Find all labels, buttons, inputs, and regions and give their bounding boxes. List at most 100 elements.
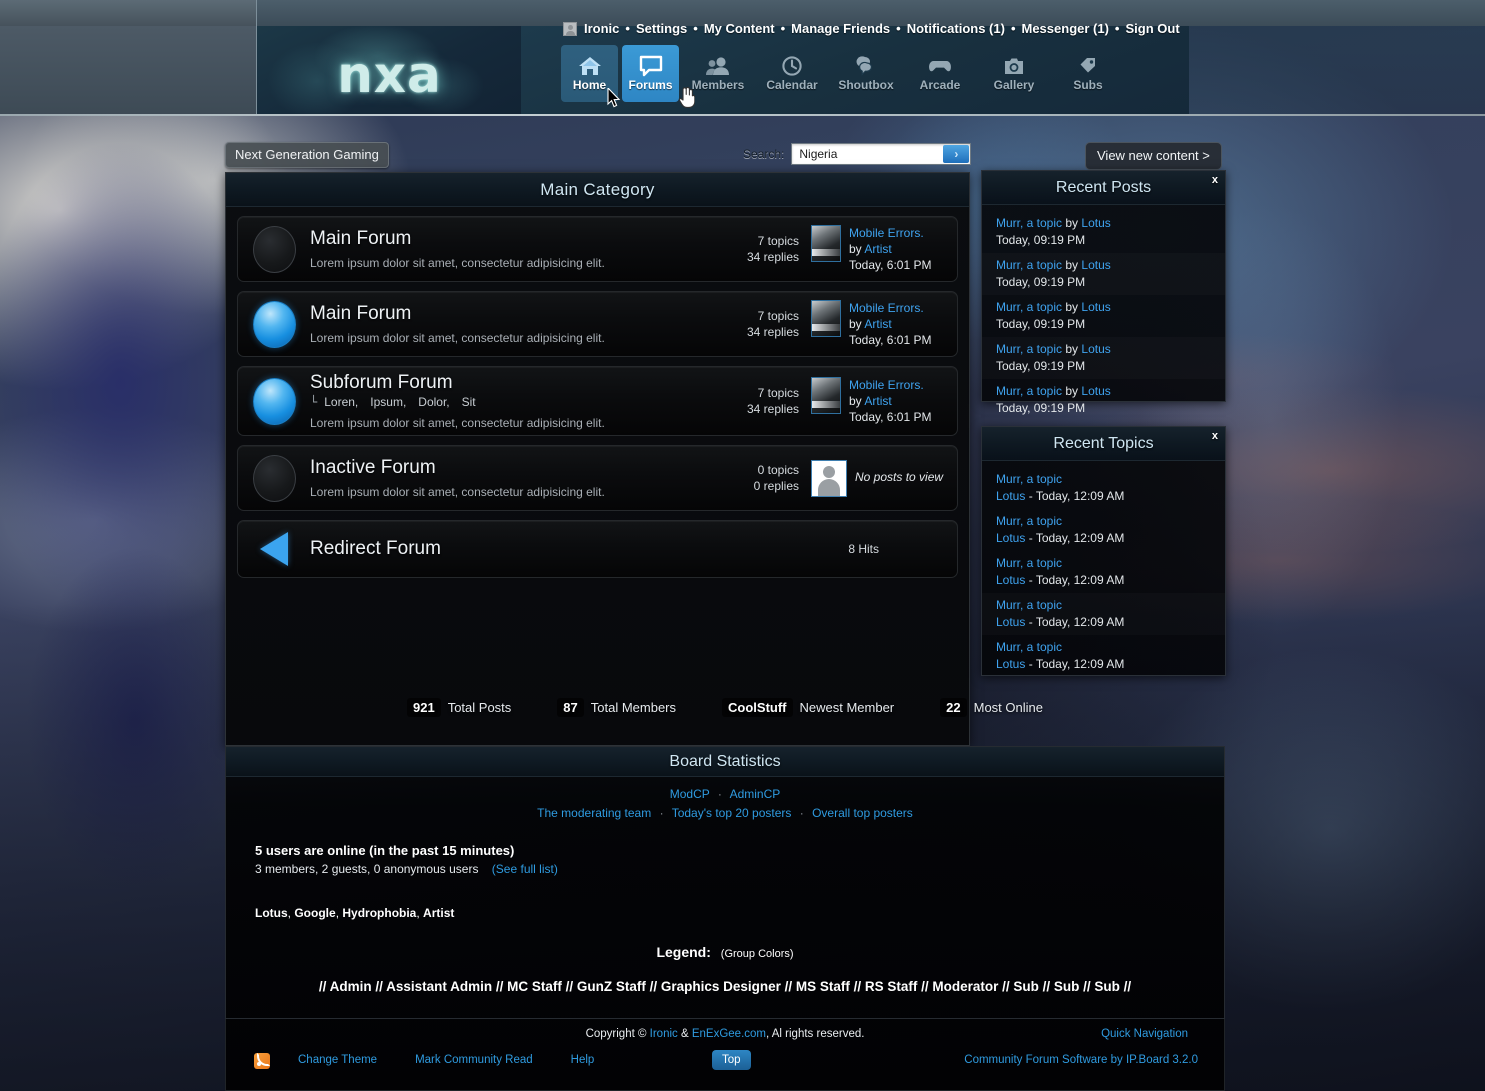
site-logo[interactable]: nxa	[256, 26, 521, 116]
recent-post-topic-link[interactable]: Murr, a topic	[996, 384, 1062, 398]
help-link[interactable]: Help	[571, 1054, 595, 1066]
nav-tab-forums[interactable]: Forums	[622, 45, 679, 102]
subforum-link-0[interactable]: Loren,	[324, 395, 358, 410]
copyright-link-enexgee[interactable]: EnExGee.com	[692, 1028, 766, 1040]
breadcrumb[interactable]: Next Generation Gaming	[225, 142, 389, 168]
recent-topic-author-link[interactable]: Lotus	[996, 573, 1025, 587]
user-link-ironic[interactable]: Ironic	[584, 21, 619, 36]
board-statistics-panel: Board Statistics ModCP · AdminCP The mod…	[225, 746, 1225, 1019]
last-post-avatar[interactable]	[811, 377, 841, 414]
list-item[interactable]: Murr, a topic Lotus - Today, 12:09 AM	[982, 635, 1225, 677]
user-link-settings[interactable]: Settings	[636, 21, 687, 36]
back-to-top-button[interactable]: Top	[712, 1050, 751, 1070]
recent-post-topic-link[interactable]: Murr, a topic	[996, 300, 1062, 314]
search-submit-button[interactable]: ›	[943, 145, 970, 163]
table-row[interactable]: Main Forum Lorem ipsum dolor sit amet, c…	[237, 291, 958, 357]
ipboard-link[interactable]: Community Forum Software by IP.Board 3.2…	[964, 1054, 1198, 1066]
forum-title[interactable]: Redirect Forum	[310, 538, 838, 560]
moderating-team-link[interactable]: The moderating team	[537, 806, 651, 820]
forum-description: Lorem ipsum dolor sit amet, consectetur …	[310, 484, 605, 499]
online-user-hydrophobia[interactable]: Hydrophobia	[342, 906, 416, 920]
recent-post-author-link[interactable]: Lotus	[1081, 216, 1110, 230]
subforum-link-2[interactable]: Dolor,	[418, 395, 449, 410]
list-item[interactable]: Murr, a topic by Lotus Today, 09:19 PM	[982, 337, 1225, 379]
recent-post-topic-link[interactable]: Murr, a topic	[996, 216, 1062, 230]
modcp-link[interactable]: ModCP	[670, 787, 710, 801]
forum-orb-inactive-icon	[252, 225, 296, 273]
forum-title[interactable]: Inactive Forum	[310, 457, 717, 479]
change-theme-link[interactable]: Change Theme	[298, 1054, 377, 1066]
recent-post-topic-link[interactable]: Murr, a topic	[996, 258, 1062, 272]
last-post-author-link[interactable]: Artist	[864, 317, 891, 331]
subforum-link-3[interactable]: Sit	[462, 395, 476, 410]
todays-top-posters-link[interactable]: Today's top 20 posters	[672, 806, 792, 820]
recent-topic-link[interactable]: Murr, a topic	[996, 640, 1062, 654]
user-link-my-content[interactable]: My Content	[704, 21, 775, 36]
view-new-content-button[interactable]: View new content >	[1085, 142, 1222, 170]
list-item[interactable]: Murr, a topic Lotus - Today, 12:09 AM	[982, 467, 1225, 509]
forum-title[interactable]: Main Forum	[310, 228, 717, 250]
forum-title[interactable]: Subforum Forum	[310, 372, 717, 394]
user-link-sign-out[interactable]: Sign Out	[1125, 21, 1179, 36]
last-post-title-link[interactable]: Mobile Errors.	[849, 301, 924, 315]
list-item[interactable]: Murr, a topic by Lotus Today, 09:19 PM	[982, 211, 1225, 253]
forum-stats: 7 topics 34 replies	[727, 308, 799, 340]
user-link-notifications[interactable]: Notifications (1)	[907, 21, 1005, 36]
nav-tab-gallery[interactable]: Gallery	[979, 45, 1049, 102]
recent-post-topic-link[interactable]: Murr, a topic	[996, 342, 1062, 356]
recent-post-author-link[interactable]: Lotus	[1081, 258, 1110, 272]
online-user-artist[interactable]: Artist	[423, 906, 454, 920]
recent-post-author-link[interactable]: Lotus	[1081, 300, 1110, 314]
list-item[interactable]: Murr, a topic by Lotus Today, 09:19 PM	[982, 379, 1225, 421]
list-item[interactable]: Murr, a topic Lotus - Today, 12:09 AM	[982, 509, 1225, 551]
copyright-link-ironic[interactable]: Ironic	[650, 1028, 678, 1040]
nav-tab-shoutbox[interactable]: Shoutbox	[831, 45, 901, 102]
table-row[interactable]: Redirect Forum 8 Hits	[237, 520, 958, 578]
recent-topic-link[interactable]: Murr, a topic	[996, 472, 1062, 486]
close-icon[interactable]: x	[1212, 430, 1218, 442]
see-full-list-link[interactable]: (See full list)	[492, 862, 558, 876]
table-row[interactable]: Inactive Forum Lorem ipsum dolor sit ame…	[237, 445, 958, 511]
nav-tab-calendar[interactable]: Calendar	[757, 45, 827, 102]
list-item[interactable]: Murr, a topic by Lotus Today, 09:19 PM	[982, 253, 1225, 295]
forum-title[interactable]: Main Forum	[310, 303, 717, 325]
nav-tab-subs[interactable]: Subs	[1053, 45, 1123, 102]
online-user-lotus[interactable]: Lotus	[255, 906, 288, 920]
table-row[interactable]: Subforum Forum └ Loren, Ipsum, Dolor, Si…	[237, 366, 958, 436]
user-link-messenger[interactable]: Messenger (1)	[1022, 21, 1109, 36]
nav-tab-arcade[interactable]: Arcade	[905, 45, 975, 102]
last-post-author-link[interactable]: Artist	[864, 394, 891, 408]
recent-topic-link[interactable]: Murr, a topic	[996, 556, 1062, 570]
last-post-avatar[interactable]	[811, 225, 841, 262]
list-item[interactable]: Murr, a topic Lotus - Today, 12:09 AM	[982, 593, 1225, 635]
overall-top-posters-link[interactable]: Overall top posters	[812, 806, 913, 820]
separator: •	[693, 21, 698, 36]
last-post-title-link[interactable]: Mobile Errors.	[849, 378, 924, 392]
admincp-link[interactable]: AdminCP	[730, 787, 781, 801]
mark-community-read-link[interactable]: Mark Community Read	[415, 1054, 533, 1066]
quick-navigation-link[interactable]: Quick Navigation	[1101, 1028, 1188, 1040]
close-icon[interactable]: x	[1212, 174, 1218, 186]
recent-post-author-link[interactable]: Lotus	[1081, 342, 1110, 356]
last-post-time: Today, 6:01 PM	[849, 410, 932, 424]
recent-topic-link[interactable]: Murr, a topic	[996, 598, 1062, 612]
rss-icon[interactable]	[254, 1053, 270, 1069]
online-user-google[interactable]: Google	[294, 906, 335, 920]
list-item[interactable]: Murr, a topic by Lotus Today, 09:19 PM	[982, 295, 1225, 337]
list-item[interactable]: Murr, a topic Lotus - Today, 12:09 AM	[982, 551, 1225, 593]
last-post-title-link[interactable]: Mobile Errors.	[849, 226, 924, 240]
recent-topic-author-link[interactable]: Lotus	[996, 531, 1025, 545]
recent-topic-author-link[interactable]: Lotus	[996, 489, 1025, 503]
recent-post-author-link[interactable]: Lotus	[1081, 384, 1110, 398]
search-input[interactable]: Nigeria ›	[791, 143, 972, 165]
subforum-link-1[interactable]: Ipsum,	[370, 395, 406, 410]
recent-topic-author-link[interactable]: Lotus	[996, 657, 1025, 671]
last-post-author-link[interactable]: Artist	[864, 242, 891, 256]
last-post-avatar[interactable]	[811, 300, 841, 337]
user-link-manage-friends[interactable]: Manage Friends	[791, 21, 890, 36]
table-row[interactable]: Main Forum Lorem ipsum dolor sit amet, c…	[237, 216, 958, 282]
recent-topic-author-link[interactable]: Lotus	[996, 615, 1025, 629]
recent-topic-link[interactable]: Murr, a topic	[996, 514, 1062, 528]
stat-value[interactable]: CoolStuff	[722, 698, 793, 717]
avatar[interactable]	[563, 21, 577, 36]
